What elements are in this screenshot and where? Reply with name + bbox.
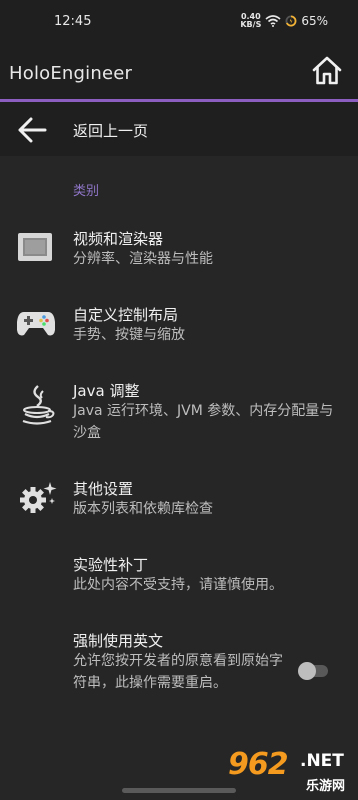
item-title: 其他设置 xyxy=(73,480,134,498)
item-title: 自定义控制布局 xyxy=(73,306,179,324)
item-subtitle: 允许您按开发者的原意看到原始字符串，此操作需要重启。 xyxy=(73,653,283,691)
net-speed: 0.40 KB/S xyxy=(240,13,261,29)
watermark-net: .NET xyxy=(300,751,344,771)
home-icon[interactable] xyxy=(310,54,344,88)
watermark-number: 962 xyxy=(228,747,289,782)
gear-sparkle-icon xyxy=(20,482,57,513)
settings-item-video[interactable]: 视频和渲染器 分辨率、渲染器与性能 xyxy=(0,222,358,282)
force-english-toggle[interactable] xyxy=(298,662,330,680)
item-title: 实验性补丁 xyxy=(73,556,149,574)
battery-ring-icon xyxy=(285,15,297,27)
status-time: 12:45 xyxy=(54,14,92,29)
toggle-thumb xyxy=(298,662,316,680)
settings-item-experimental[interactable]: 实验性补丁 此处内容不受支持，请谨慎使用。 xyxy=(0,548,358,608)
item-subtitle: Java 运行环境、JVM 参数、内存分配量与沙盒 xyxy=(73,403,334,441)
settings-item-controls[interactable]: 自定义控制布局 手势、按键与缩放 xyxy=(0,298,358,358)
item-subtitle: 手势、按键与缩放 xyxy=(73,327,185,343)
status-bar: 12:45 0.40 KB/S 65% xyxy=(0,0,358,44)
watermark-sub: 乐游网 xyxy=(306,779,346,794)
back-label: 返回上一页 xyxy=(73,122,149,140)
battery-percent: 65% xyxy=(301,14,328,28)
app-bar: HoloEngineer xyxy=(0,44,358,100)
site-watermark: 962 .NET 乐游网 xyxy=(220,745,354,797)
item-title: 强制使用英文 xyxy=(73,632,164,650)
back-row[interactable]: 返回上一页 xyxy=(0,102,358,156)
item-subtitle: 版本列表和依赖库检查 xyxy=(73,501,213,517)
java-icon xyxy=(22,385,55,425)
wifi-icon xyxy=(265,15,281,27)
settings-item-other[interactable]: 其他设置 版本列表和依赖库检查 xyxy=(0,472,358,532)
status-icons: 0.40 KB/S 65% xyxy=(240,13,328,29)
app-title: HoloEngineer xyxy=(9,63,133,84)
settings-item-java[interactable]: Java 调整 Java 运行环境、JVM 参数、内存分配量与沙盒 xyxy=(0,374,358,450)
screen-icon xyxy=(18,233,52,261)
net-speed-unit: KB/S xyxy=(240,20,262,29)
gesture-nav-bar[interactable] xyxy=(122,788,236,793)
item-subtitle: 分辨率、渲染器与性能 xyxy=(73,251,213,267)
item-subtitle: 此处内容不受支持，请谨慎使用。 xyxy=(73,577,283,593)
arrow-left-icon[interactable] xyxy=(16,114,48,146)
category-header: 类别 xyxy=(73,184,100,199)
gamepad-icon xyxy=(17,312,55,336)
item-title: 视频和渲染器 xyxy=(73,230,164,248)
item-title: Java 调整 xyxy=(73,382,140,400)
